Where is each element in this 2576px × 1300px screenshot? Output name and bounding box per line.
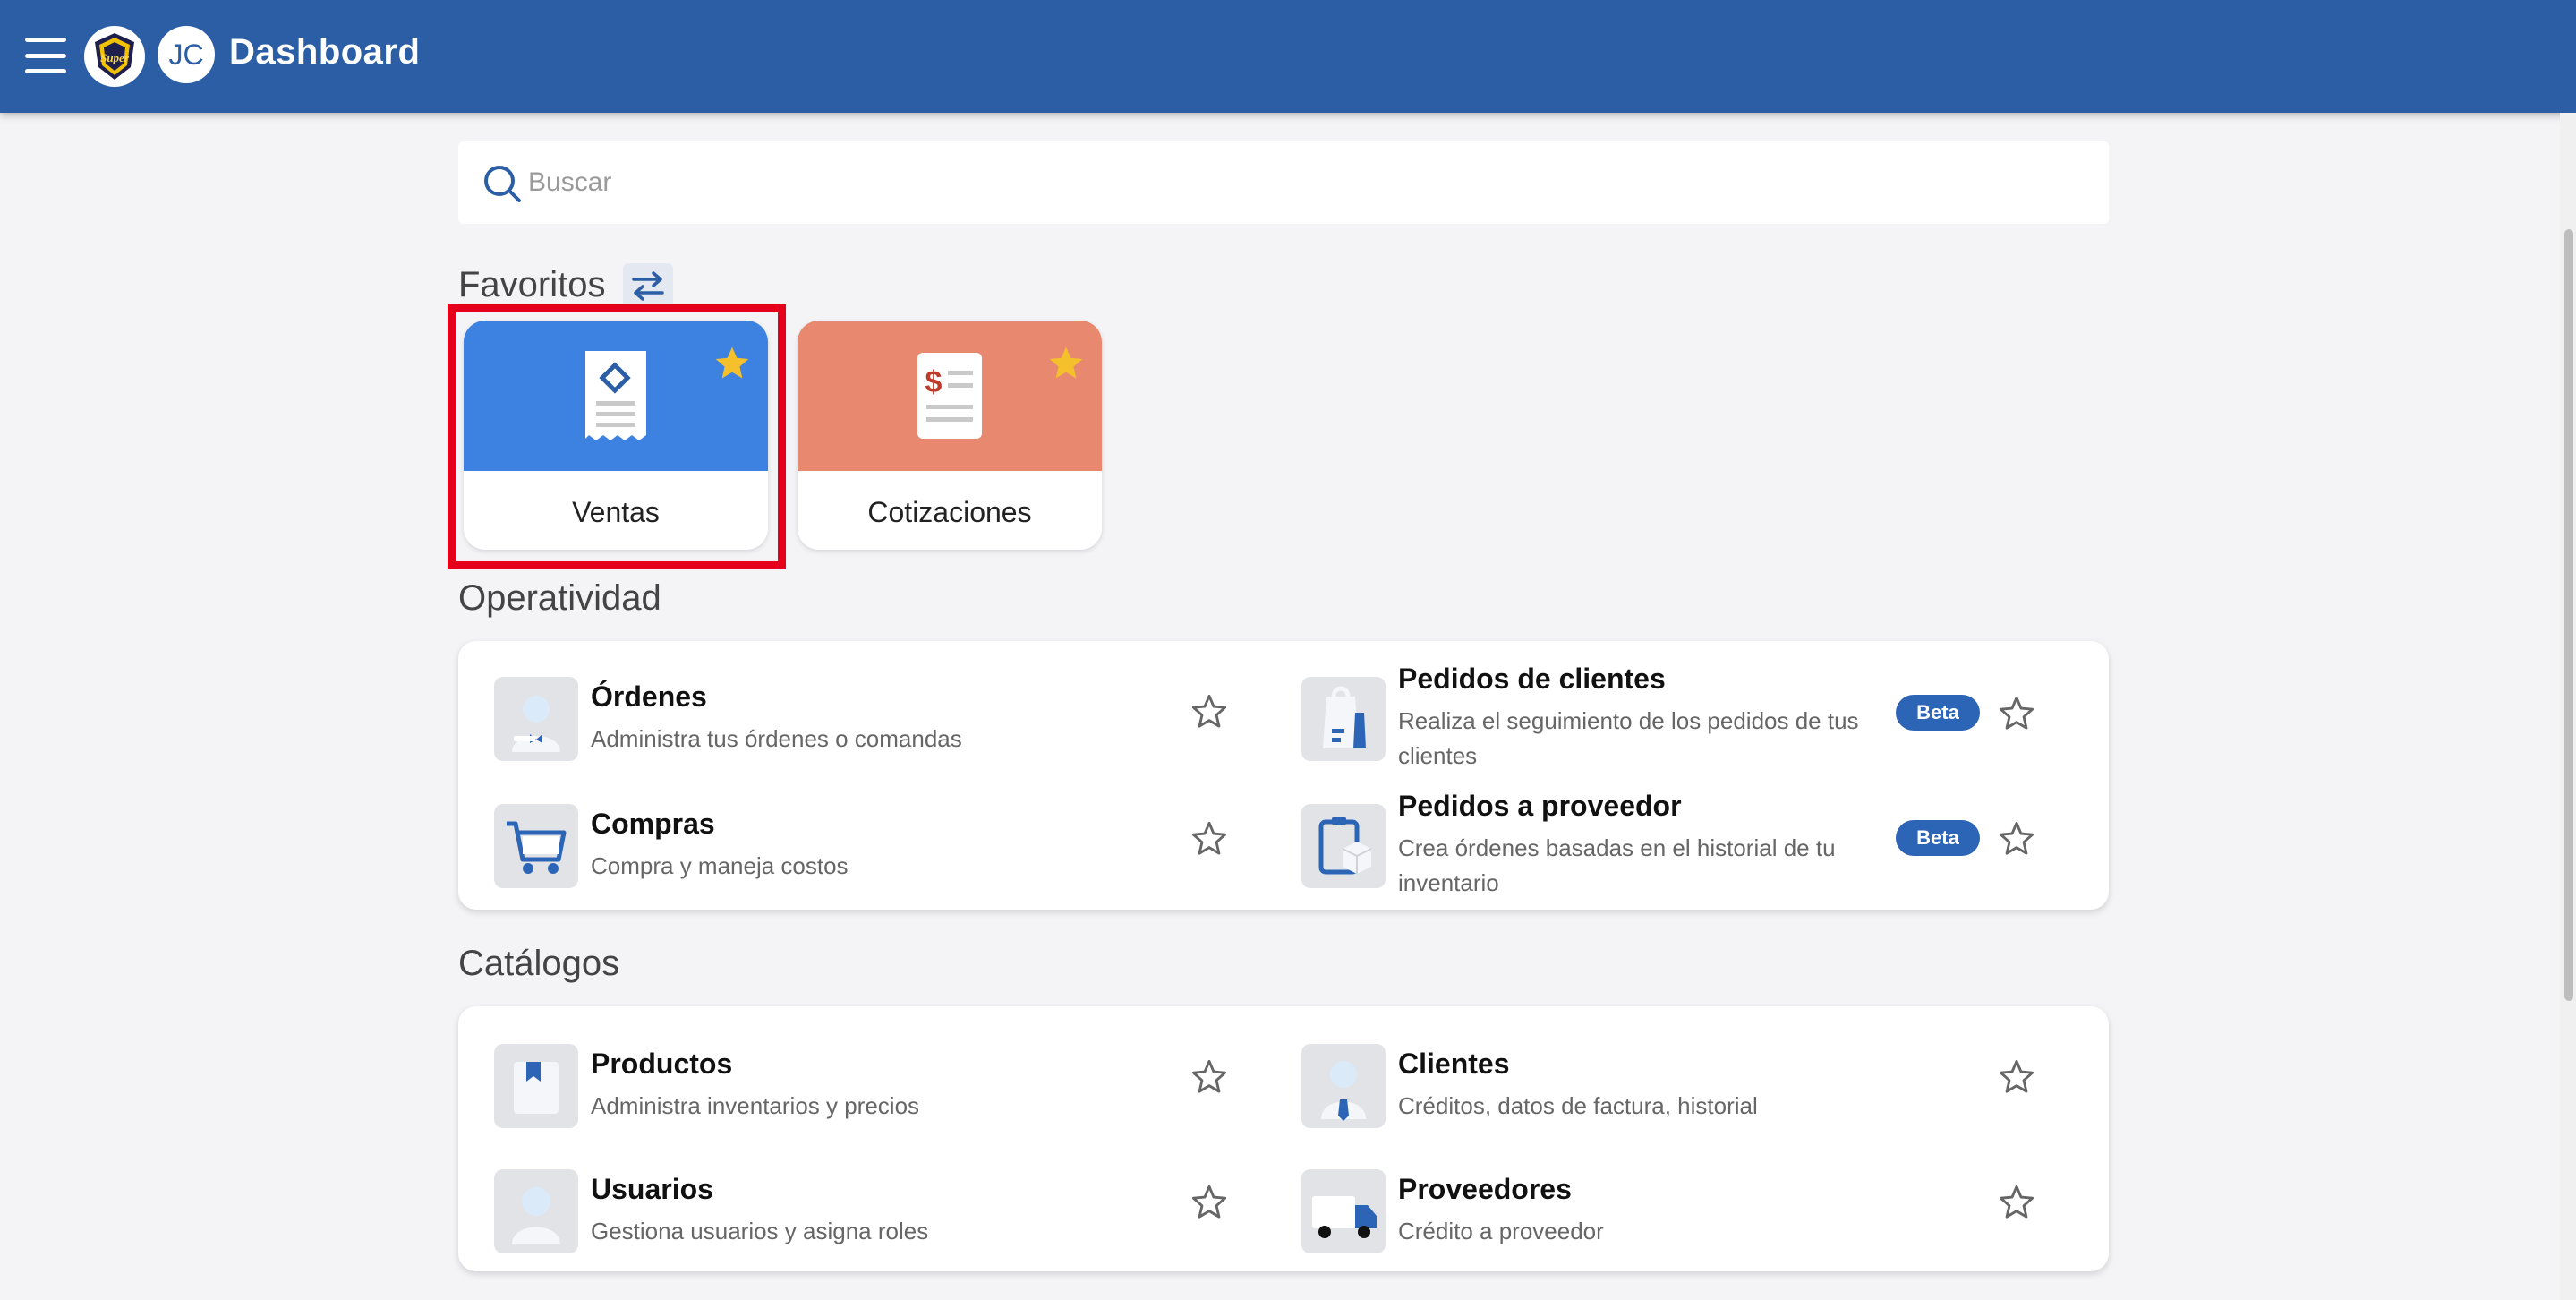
star-filled-icon[interactable] [1046,344,1086,383]
beta-badge: Beta [1896,820,1980,856]
menu-item-ordenes[interactable]: Órdenes Administra tus órdenes o comanda… [494,668,1210,766]
star-outline-icon[interactable] [1996,1182,2037,1223]
item-title: Proveedores [1398,1173,1572,1205]
item-title: Compras [591,808,715,840]
star-outline-icon[interactable] [1996,818,2037,860]
super-logo-icon: Super [95,33,134,80]
menu-item-compras[interactable]: Compras Compra y maneja costos [494,795,1210,894]
item-description: Administra tus órdenes o comandas [591,725,962,752]
catalogos-title: Catálogos [458,944,620,983]
customer-icon [1301,1044,1386,1128]
waiter-icon [494,677,578,761]
item-title: Pedidos de clientes [1398,663,1666,695]
item-description: Créditos, datos de factura, historial [1398,1092,1758,1119]
star-outline-icon[interactable] [1996,1056,2037,1098]
search-bar [458,141,2109,224]
item-title: Órdenes [591,680,707,713]
star-outline-icon[interactable] [1996,693,2037,734]
menu-item-proveedores[interactable]: Proveedores Crédito a proveedor [1301,1160,1874,1259]
catalogos-card: Productos Administra inventarios y preci… [458,1006,2109,1271]
menu-item-pedidos-clientes[interactable]: Pedidos de clientes Realiza el seguimien… [1301,663,1874,769]
hamburger-menu-icon[interactable] [25,38,66,73]
swap-favorites-button[interactable] [623,263,673,308]
star-outline-icon[interactable] [1189,818,1230,860]
item-description: Compra y maneja costos [591,852,849,879]
beta-badge: Beta [1896,695,1980,731]
favorite-tile-label: Cotizaciones [867,496,1032,528]
tile-header: $ [798,321,1102,471]
item-title: Clientes [1398,1048,1510,1080]
star-outline-icon[interactable] [1189,691,1230,732]
item-description: Administra inventarios y precios [591,1092,920,1119]
favorite-tile-ventas[interactable]: Ventas [464,321,768,550]
star-outline-icon[interactable] [1189,1182,1230,1223]
search-input[interactable] [528,158,2068,208]
shopping-bag-icon [1301,677,1386,761]
user-avatar[interactable]: JC [158,26,215,83]
brand-logo[interactable]: Super [84,26,145,87]
menu-item-usuarios[interactable]: Usuarios Gestiona usuarios y asigna role… [494,1160,1210,1259]
menu-item-clientes[interactable]: Clientes Créditos, datos de factura, his… [1301,1035,1874,1133]
user-icon [494,1169,578,1253]
product-tag-icon [494,1044,578,1128]
menu-item-productos[interactable]: Productos Administra inventarios y preci… [494,1035,1210,1133]
svg-text:$: $ [925,365,943,399]
scrollbar-thumb[interactable] [2564,229,2573,1001]
receipt-icon [585,351,646,440]
item-description: Realiza el seguimiento de los pedidos de… [1398,707,1859,769]
favorites-title: Favoritos [458,265,606,304]
item-description: Crea órdenes basadas en el historial de … [1398,834,1836,896]
quote-document-icon: $ [917,353,982,439]
favorite-tile-label: Ventas [572,496,660,528]
operatividad-title: Operatividad [458,578,661,618]
item-title: Usuarios [591,1173,713,1205]
tile-header [464,321,768,471]
swap-arrows-icon [632,271,664,301]
favorite-tile-cotizaciones[interactable]: $ Cotizaciones [798,321,1102,550]
supplier-box-icon [1301,804,1386,888]
top-app-bar: Super JC Dashboard [0,0,2576,113]
menu-item-pedidos-proveedor[interactable]: Pedidos a proveedor Crea órdenes basadas… [1301,790,1874,896]
page-scrollbar[interactable] [2560,113,2576,1300]
logo-lettering: Super [100,51,130,64]
item-description: Gestiona usuarios y asigna roles [591,1218,929,1244]
star-outline-icon[interactable] [1189,1056,1230,1098]
operatividad-card: Órdenes Administra tus órdenes o comanda… [458,641,2109,910]
truck-icon [1301,1169,1386,1253]
star-filled-icon[interactable] [712,344,752,383]
page-title: Dashboard [229,32,421,72]
cart-icon [494,804,578,888]
item-title: Pedidos a proveedor [1398,790,1682,822]
item-description: Crédito a proveedor [1398,1218,1604,1244]
search-icon [484,166,521,202]
item-title: Productos [591,1048,733,1080]
